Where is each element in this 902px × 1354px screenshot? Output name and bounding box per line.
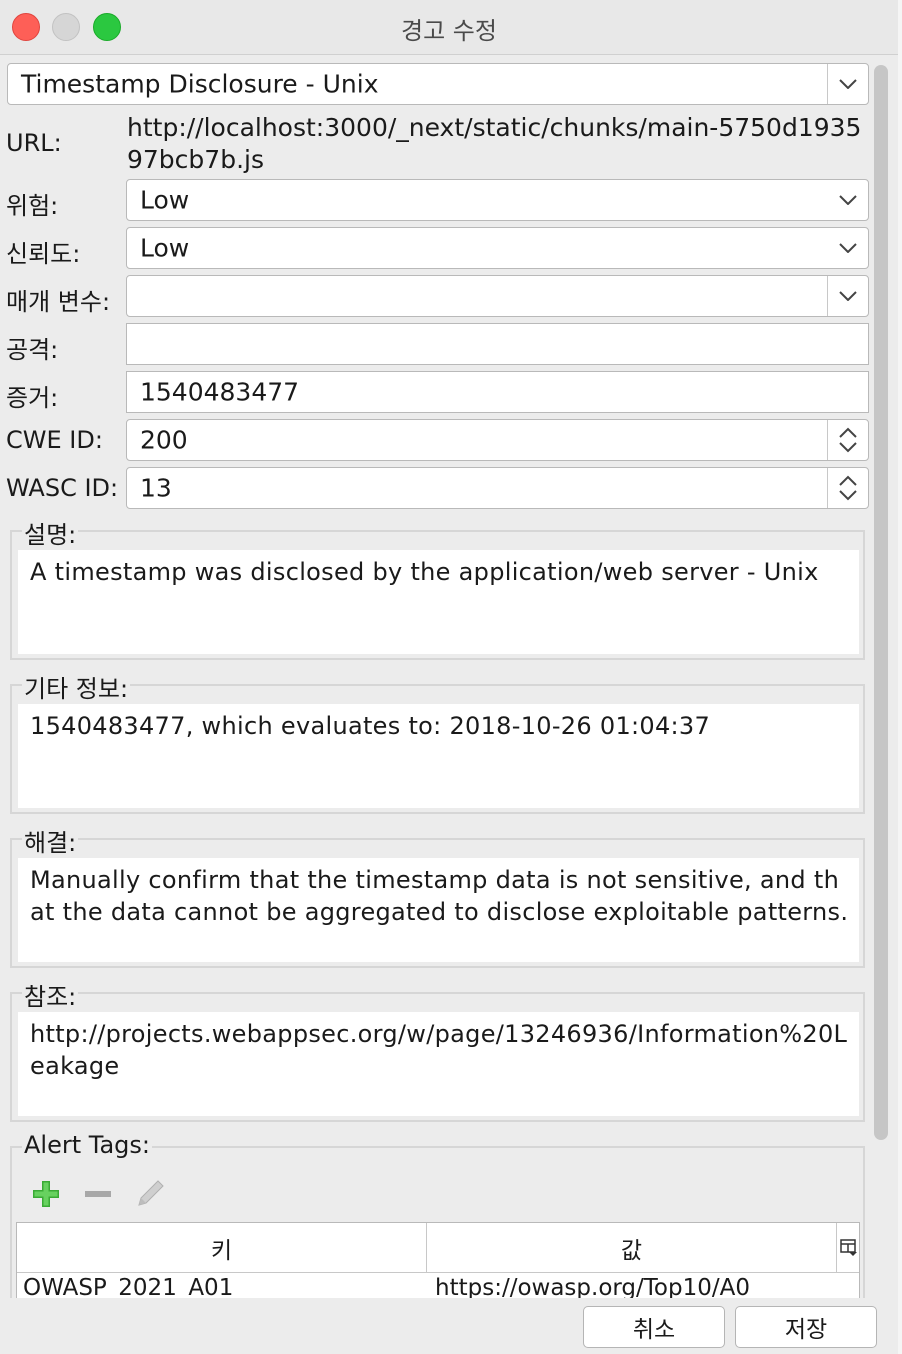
reference-group: 참조: http://projects.webappsec.org/w/page… — [10, 977, 865, 1122]
solution-text: Manually confirm that the timestamp data… — [30, 866, 849, 926]
other-info-title: 기타 정보: — [22, 669, 131, 704]
pencil-icon — [138, 1180, 164, 1206]
attack-label: 공격: — [6, 336, 59, 364]
description-text: A timestamp was disclosed by the applica… — [30, 558, 819, 586]
evidence-label: 증거: — [6, 384, 59, 412]
cancel-button[interactable]: 취소 — [583, 1306, 725, 1348]
alert-tags-table[interactable]: 키 값 OWASP_2021_A01 https://owasp.org/Top… — [16, 1222, 860, 1307]
url-label: URL: — [6, 129, 62, 157]
add-tag-button[interactable] — [30, 1178, 62, 1210]
description-textarea[interactable]: A timestamp was disclosed by the applica… — [18, 550, 859, 654]
edit-tag-button[interactable] — [132, 1176, 168, 1212]
dialog-content: Timestamp Disclosure - Unix URL: http://… — [0, 55, 898, 1300]
cwe-spinner[interactable]: 200 — [126, 419, 869, 461]
confidence-value: Low — [140, 233, 190, 263]
solution-title: 해결: — [22, 823, 79, 858]
column-header-value[interactable]: 값 — [427, 1223, 837, 1273]
wasc-spinner[interactable]: 13 — [126, 467, 869, 509]
reference-title: 참조: — [22, 977, 79, 1012]
chevron-down-icon[interactable] — [827, 64, 868, 104]
description-group: 설명: A timestamp was disclosed by the app… — [10, 515, 865, 660]
evidence-value: 1540483477 — [140, 377, 300, 407]
window-title: 경고 수정 — [401, 17, 497, 45]
cwe-value: 200 — [140, 425, 188, 455]
save-button[interactable]: 저장 — [735, 1306, 877, 1348]
column-chooser-button[interactable] — [837, 1223, 859, 1273]
vertical-scrollbar-thumb[interactable] — [874, 65, 888, 1140]
other-info-group: 기타 정보: 1540483477, which evaluates to: 2… — [10, 669, 865, 814]
alert-name-combo[interactable]: Timestamp Disclosure - Unix — [7, 63, 869, 105]
spinner-arrows-icon[interactable] — [827, 468, 868, 508]
url-value: http://localhost:3000/_next/static/chunk… — [127, 113, 862, 174]
confidence-label: 신뢰도: — [6, 240, 81, 268]
cwe-label: CWE ID: — [6, 426, 103, 454]
dialog-footer: 취소 저장 — [0, 1298, 898, 1354]
chevron-down-icon[interactable] — [828, 180, 868, 220]
other-info-text: 1540483477, which evaluates to: 2018-10-… — [30, 712, 711, 740]
solution-group: 해결: Manually confirm that the timestamp … — [10, 823, 865, 968]
parameter-label: 매개 변수: — [6, 288, 111, 316]
solution-textarea[interactable]: Manually confirm that the timestamp data… — [18, 858, 859, 962]
chevron-down-icon[interactable] — [828, 228, 868, 268]
risk-select[interactable]: Low — [126, 179, 869, 221]
alert-name-value: Timestamp Disclosure - Unix — [21, 69, 379, 99]
spinner-arrows-icon[interactable] — [827, 420, 868, 460]
risk-label: 위험: — [6, 192, 59, 220]
edit-alert-dialog: 경고 수정 Timestamp Disclosure - Unix URL: h… — [0, 0, 899, 1354]
reference-textarea[interactable]: http://projects.webappsec.org/w/page/132… — [18, 1012, 859, 1116]
confidence-select[interactable]: Low — [126, 227, 869, 269]
evidence-input[interactable]: 1540483477 — [126, 371, 869, 413]
attack-input[interactable] — [126, 323, 869, 365]
wasc-value: 13 — [140, 473, 172, 503]
wasc-label: WASC ID: — [6, 474, 119, 502]
minus-icon — [85, 1191, 111, 1197]
table-options-icon — [840, 1238, 857, 1256]
background-window-edge — [898, 0, 902, 1354]
chevron-down-icon[interactable] — [827, 276, 868, 316]
risk-value: Low — [140, 185, 190, 215]
alert-tags-title: Alert Tags: — [22, 1131, 152, 1159]
reference-text: http://projects.webappsec.org/w/page/132… — [30, 1020, 848, 1080]
title-bar: 경고 수정 — [0, 0, 898, 55]
plus-icon — [33, 1181, 59, 1207]
remove-tag-button[interactable] — [82, 1178, 114, 1210]
parameter-combo[interactable] — [126, 275, 869, 317]
column-header-key[interactable]: 키 — [17, 1223, 427, 1273]
description-title: 설명: — [22, 515, 79, 550]
other-info-textarea[interactable]: 1540483477, which evaluates to: 2018-10-… — [18, 704, 859, 808]
